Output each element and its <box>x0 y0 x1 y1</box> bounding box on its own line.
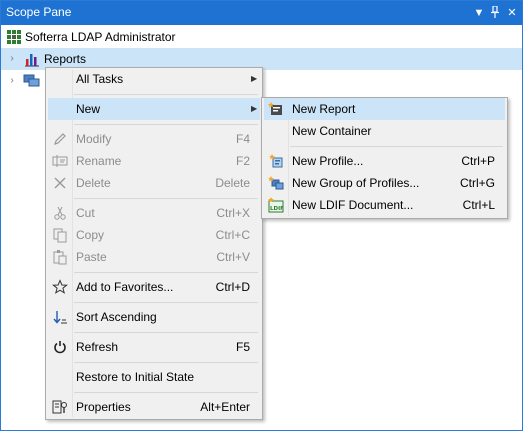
delete-x-icon <box>52 175 68 191</box>
menu-separator <box>74 362 258 363</box>
menu-separator <box>74 124 258 125</box>
menu-item-delete-label: Delete <box>76 176 111 190</box>
submenu-arrow-icon: ▶ <box>251 74 258 83</box>
rename-icon <box>52 153 68 169</box>
profiles-group-icon <box>23 73 41 96</box>
menu-separator <box>74 198 258 199</box>
pane-dropdown-icon[interactable]: ▼ <box>472 6 486 20</box>
menu-item-cut-shortcut: Ctrl+X <box>216 206 250 220</box>
menu-separator <box>74 272 258 273</box>
new-report-icon <box>268 101 284 117</box>
expand-arrow-icon[interactable]: › <box>8 48 16 70</box>
pencil-icon <box>52 131 68 147</box>
menu-item-modify[interactable]: Modify F4 <box>48 128 260 150</box>
menu-item-sort-ascending[interactable]: Sort Ascending <box>48 306 260 328</box>
scissors-icon <box>52 205 68 221</box>
menu-item-new-ldif[interactable]: LDIF New LDIF Document... Ctrl+L <box>264 194 505 216</box>
paste-icon <box>52 249 68 265</box>
new-submenu: New Report New Container New Profile... … <box>261 97 508 219</box>
menu-item-paste-label: Paste <box>76 250 107 264</box>
copy-icon <box>52 227 68 243</box>
menu-item-modify-shortcut: F4 <box>235 132 250 146</box>
menu-item-refresh-label: Refresh <box>76 340 119 354</box>
refresh-icon <box>52 339 68 355</box>
menu-item-rename-shortcut: F2 <box>235 154 250 168</box>
menu-separator <box>74 302 258 303</box>
star-icon <box>52 279 68 295</box>
menu-separator <box>290 146 503 147</box>
tree-node-root[interactable]: Softerra LDAP Administrator <box>1 26 522 48</box>
new-group-icon <box>268 175 284 191</box>
new-ldif-icon: LDIF <box>268 197 284 213</box>
pin-icon[interactable] <box>488 5 502 20</box>
menu-item-paste[interactable]: Paste Ctrl+V <box>48 246 260 268</box>
context-menu: All Tasks ▶ New ▶ Modify F4 Rename F2 De… <box>45 67 263 420</box>
menu-separator <box>74 94 258 95</box>
menu-item-restore-label: Restore to Initial State <box>76 370 195 384</box>
menu-item-sort-ascending-label: Sort Ascending <box>76 310 157 324</box>
sort-ascending-icon <box>52 309 68 325</box>
menu-item-add-favorites-label: Add to Favorites... <box>76 280 174 294</box>
menu-item-properties-shortcut: Alt+Enter <box>200 400 250 414</box>
menu-item-new-group[interactable]: New Group of Profiles... Ctrl+G <box>264 172 505 194</box>
tree-node-root-label: Softerra LDAP Administrator <box>25 30 176 44</box>
menu-item-new-group-shortcut: Ctrl+G <box>459 176 495 190</box>
menu-item-new[interactable]: New ▶ <box>48 98 260 120</box>
menu-item-new-report-label: New Report <box>292 102 356 116</box>
menu-item-new-ldif-label: New LDIF Document... <box>292 198 414 212</box>
menu-item-cut-label: Cut <box>76 206 95 220</box>
menu-item-copy[interactable]: Copy Ctrl+C <box>48 224 260 246</box>
menu-item-new-profile[interactable]: New Profile... Ctrl+P <box>264 150 505 172</box>
menu-item-all-tasks-label: All Tasks <box>76 72 124 86</box>
menu-item-add-favorites[interactable]: Add to Favorites... Ctrl+D <box>48 276 260 298</box>
pane-title: Scope Pane <box>6 5 72 19</box>
menu-item-paste-shortcut: Ctrl+V <box>216 250 250 264</box>
expand-arrow-icon[interactable]: › <box>8 70 16 92</box>
svg-text:LDIF: LDIF <box>270 206 284 212</box>
menu-item-copy-shortcut: Ctrl+C <box>215 228 250 242</box>
menu-item-new-label: New <box>76 102 101 116</box>
menu-item-new-report[interactable]: New Report <box>264 98 505 120</box>
menu-item-all-tasks[interactable]: All Tasks ▶ <box>48 68 260 90</box>
menu-item-rename-label: Rename <box>76 154 122 168</box>
menu-item-new-container[interactable]: New Container <box>264 120 505 142</box>
menu-item-delete-shortcut: Delete <box>215 176 250 190</box>
menu-separator <box>74 392 258 393</box>
pane-titlebar: Scope Pane ▼ ✕ <box>1 1 522 25</box>
menu-item-refresh-shortcut: F5 <box>235 340 250 354</box>
close-icon[interactable]: ✕ <box>505 6 519 20</box>
properties-icon <box>52 399 68 415</box>
menu-item-new-container-label: New Container <box>292 124 372 138</box>
menu-item-refresh[interactable]: Refresh F5 <box>48 336 260 358</box>
menu-item-properties-label: Properties <box>76 400 131 414</box>
submenu-arrow-icon: ▶ <box>251 104 258 113</box>
menu-item-new-ldif-shortcut: Ctrl+L <box>462 198 495 212</box>
menu-item-copy-label: Copy <box>76 228 105 242</box>
menu-item-cut[interactable]: Cut Ctrl+X <box>48 202 260 224</box>
tree-node-profiles[interactable]: › <box>1 70 41 92</box>
menu-item-new-group-label: New Group of Profiles... <box>292 176 420 190</box>
menu-separator <box>74 332 258 333</box>
menu-item-rename[interactable]: Rename F2 <box>48 150 260 172</box>
menu-item-restore[interactable]: Restore to Initial State <box>48 366 260 388</box>
menu-item-properties[interactable]: Properties Alt+Enter <box>48 396 260 418</box>
new-profile-icon <box>268 153 284 169</box>
menu-item-new-profile-label: New Profile... <box>292 154 364 168</box>
menu-item-modify-label: Modify <box>76 132 112 146</box>
menu-item-new-profile-shortcut: Ctrl+P <box>461 154 495 168</box>
menu-item-add-favorites-shortcut: Ctrl+D <box>215 280 250 294</box>
menu-item-delete[interactable]: Delete Delete <box>48 172 260 194</box>
